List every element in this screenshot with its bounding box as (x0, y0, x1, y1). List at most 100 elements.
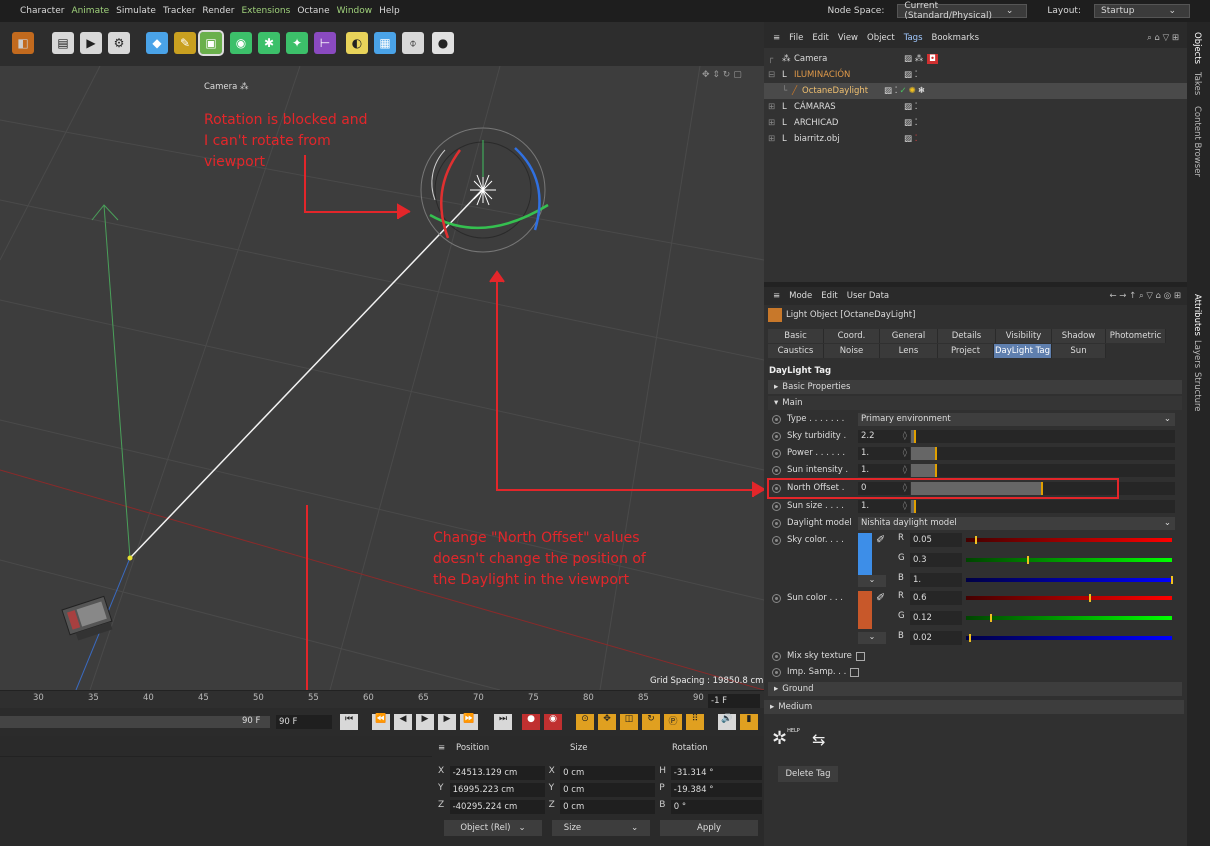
tab-basic[interactable]: Basic (768, 329, 824, 343)
subdivision-icon[interactable]: ▣ (198, 30, 224, 56)
frame-range-slider[interactable] (0, 716, 270, 728)
menu-render[interactable]: Render (202, 6, 234, 16)
render-picture-viewer-icon[interactable]: ▶ (80, 32, 102, 54)
tab-general[interactable]: General (880, 329, 938, 343)
sky-g-slider[interactable] (966, 556, 1172, 564)
animate-radio[interactable] (772, 414, 781, 424)
size-x-field[interactable]: 0 cm (560, 766, 656, 780)
group-basic-properties[interactable]: ▸ Basic Properties (768, 380, 1182, 394)
group-medium[interactable]: ▸ Medium (764, 700, 1184, 714)
tab-visibility[interactable]: Visibility (996, 329, 1052, 343)
timeline-icon[interactable]: ▮ (740, 714, 758, 730)
play-icon[interactable]: ▶ (416, 714, 434, 730)
delete-tag-button[interactable]: Delete Tag (778, 766, 838, 782)
side-tab-content-browser[interactable]: Content Browser (1192, 106, 1202, 177)
sun-color-swatch[interactable] (858, 591, 872, 629)
position-z-field[interactable]: -40295.224 cm (449, 800, 545, 814)
tab-noise[interactable]: Noise (824, 344, 880, 358)
daylight-tag-icon[interactable]: ❄ (918, 86, 925, 96)
render-settings-icon[interactable]: ⚙ (108, 32, 130, 54)
animate-radio[interactable] (772, 518, 781, 528)
obj-menu-edit[interactable]: Edit (812, 33, 828, 43)
sun-g-slider[interactable] (966, 614, 1172, 622)
sun-r-slider[interactable] (966, 594, 1172, 602)
viewport[interactable]: ✥ ⇕ ↻ ▢ (0, 66, 764, 690)
side-tab-structure[interactable]: Structure (1192, 372, 1202, 412)
light-icon[interactable]: ● (432, 32, 454, 54)
sky-turbidity-field[interactable]: 2.2 ◊ (858, 429, 910, 443)
menu-extensions[interactable]: Extensions (241, 6, 290, 16)
sky-r-slider[interactable] (966, 536, 1172, 544)
attr-menu-edit[interactable]: Edit (821, 291, 837, 301)
parameter-key-icon[interactable]: Ⓟ (664, 714, 682, 730)
keyframe-selection-icon[interactable]: ⊙ (576, 714, 594, 730)
previous-frame-icon[interactable]: ◀ (394, 714, 412, 730)
pla-key-icon[interactable]: ⠿ (686, 714, 704, 730)
deformer-icon[interactable]: ✦ (286, 32, 308, 54)
next-frame-icon[interactable]: ▶ (438, 714, 456, 730)
tab-shadow[interactable]: Shadow (1052, 329, 1106, 343)
object-row-biarritz[interactable]: ⊞ L biarritz.obj ▨ ⁚ (764, 131, 1187, 147)
sky-turbidity-slider[interactable] (911, 429, 1175, 443)
navigation-icons[interactable]: ← → ↑ ⌕ ▽ ⌂ ◎ ⊞ (1109, 291, 1181, 301)
eyedropper-icon[interactable]: ✐ (876, 591, 885, 604)
obj-menu-file[interactable]: File (789, 33, 803, 43)
menu-tracker[interactable]: Tracker (163, 6, 195, 16)
animate-radio[interactable] (772, 465, 781, 475)
go-to-start-icon[interactable]: ⏮ (340, 714, 358, 730)
attr-menu-mode[interactable]: Mode (789, 291, 812, 301)
visibility-icon[interactable]: ▨ ⁚ (884, 86, 897, 96)
scale-key-icon[interactable]: ◫ (620, 714, 638, 730)
octane-tag-icon[interactable]: ✺ (909, 86, 916, 96)
camera-icon[interactable]: ⌽ (402, 32, 424, 54)
side-tab-takes[interactable]: Takes (1192, 72, 1202, 95)
sun-size-field[interactable]: 1. ◊ (858, 499, 910, 513)
node-space-select[interactable]: Current (Standard/Physical) ⌄ (897, 1, 1028, 21)
record-icon[interactable]: ● (522, 714, 540, 730)
tab-photometric[interactable]: Photometric (1106, 329, 1166, 343)
menu-window[interactable]: Window (337, 6, 373, 16)
color-mode-select[interactable]: ⌄ (858, 632, 886, 644)
generator-icon[interactable]: ◉ (230, 32, 252, 54)
apply-button[interactable]: Apply (660, 820, 758, 836)
object-row-archicad[interactable]: ⊞ L ARCHICAD ▨ ⁚ (764, 115, 1187, 131)
menu-character[interactable]: Character (20, 6, 64, 16)
rotation-b-field[interactable]: 0 ° (670, 800, 762, 814)
mix-sky-checkbox[interactable] (855, 651, 865, 661)
daylight-model-select[interactable]: Nishita daylight model ⌄ (858, 516, 1175, 530)
menu-help[interactable]: Help (379, 6, 400, 16)
timeline-ruler[interactable]: 30 35 40 45 50 55 60 65 70 75 80 85 90 -… (0, 690, 764, 708)
previous-key-icon[interactable]: ⏪ (372, 714, 390, 730)
camera-tag-icon[interactable]: ◘ (927, 54, 938, 64)
next-key-icon[interactable]: ⏩ (460, 714, 478, 730)
obj-menu-tags[interactable]: Tags (904, 33, 923, 43)
go-to-end-icon[interactable]: ⏭ (494, 714, 512, 730)
show-in-manager-icon[interactable]: ⇆ (812, 730, 825, 749)
visibility-icon[interactable]: ▨ ⁚ (904, 102, 917, 112)
sun-intensity-field[interactable]: 1. ◊ (858, 463, 910, 477)
sky-b-slider[interactable] (966, 576, 1173, 584)
visibility-icon[interactable]: ▨ ⁚ (904, 70, 917, 80)
tab-sun[interactable]: Sun (1052, 344, 1106, 358)
menu-simulate[interactable]: Simulate (116, 6, 156, 16)
attr-menu-user-data[interactable]: User Data (847, 291, 889, 301)
animate-radio[interactable] (772, 593, 781, 603)
sky-g-field[interactable]: 0.3 (910, 553, 962, 567)
search-icon[interactable]: ⌕ ⌂ ▽ ⊞ (1147, 33, 1179, 43)
tab-project[interactable]: Project (938, 344, 994, 358)
menu-animate[interactable]: Animate (71, 6, 109, 16)
side-tab-attributes[interactable]: Attributes (1192, 294, 1202, 336)
type-select[interactable]: Primary environment ⌄ (858, 412, 1175, 426)
visibility-icon[interactable]: ▨ ⁚ (904, 134, 917, 144)
animate-radio[interactable] (772, 535, 781, 545)
power-field[interactable]: 1. ◊ (858, 446, 910, 460)
obj-menu-object[interactable]: Object (867, 33, 895, 43)
rotation-key-icon[interactable]: ↻ (642, 714, 660, 730)
sky-color-swatch[interactable] (858, 533, 872, 581)
sky-r-field[interactable]: 0.05 (910, 533, 962, 547)
rotation-h-field[interactable]: -31.314 ° (670, 766, 762, 780)
size-mode-select[interactable]: Size ⌄ (552, 820, 650, 836)
visibility-icon[interactable]: ▨ ⁂ (904, 54, 923, 64)
side-tab-layers[interactable]: Layers (1192, 340, 1202, 368)
rotation-p-field[interactable]: -19.384 ° (670, 783, 762, 797)
